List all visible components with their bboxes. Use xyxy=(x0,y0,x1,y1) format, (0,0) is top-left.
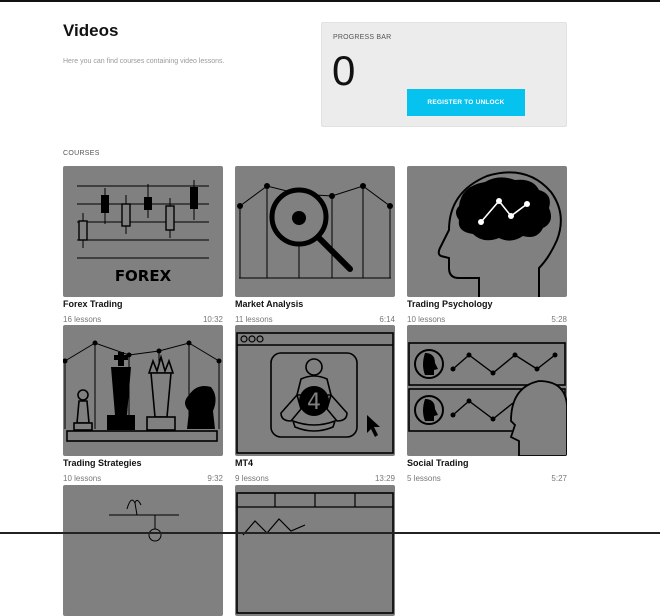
course-thumbnail[interactable] xyxy=(235,166,395,297)
register-button[interactable]: REGISTER TO UNLOCK xyxy=(407,89,525,116)
course-duration: 6:14 xyxy=(379,315,395,324)
course-card-mt4[interactable]: 4 MT4 9 lessons 13:29 xyxy=(235,325,395,483)
course-thumbnail[interactable] xyxy=(63,325,223,456)
course-card-market-analysis[interactable]: Market Analysis 11 lessons 6:14 xyxy=(235,166,395,324)
forex-thumb-text: FOREX xyxy=(115,267,172,285)
course-title[interactable]: Trading Psychology xyxy=(407,299,493,309)
magnifier-chart-icon xyxy=(237,183,393,279)
forex-candlestick-icon: FOREX xyxy=(77,180,209,285)
course-card-partial-2[interactable] xyxy=(235,485,395,616)
course-card-social-trading[interactable]: Social Trading 5 lessons 5:27 xyxy=(407,325,567,483)
progress-value: 0 xyxy=(332,47,356,94)
course-thumbnail[interactable] xyxy=(407,166,567,297)
course-duration: 5:27 xyxy=(551,474,567,483)
top-border xyxy=(0,0,660,2)
page-title: Videos xyxy=(63,21,119,40)
course-lessons-count: 9 lessons xyxy=(235,474,269,483)
course-title[interactable]: MT4 xyxy=(235,458,253,468)
scale-chart-icon xyxy=(109,499,179,542)
mt4-window-icon: 4 xyxy=(236,332,394,454)
window-chart-icon xyxy=(236,492,394,614)
social-trading-icon xyxy=(408,342,567,456)
course-title[interactable]: Trading Strategies xyxy=(63,458,142,468)
courses-section-label: COURSES xyxy=(63,150,100,157)
course-card-forex-trading[interactable]: FOREX Forex Trading 16 lessons 10:32 xyxy=(63,166,223,324)
course-card-partial-1[interactable] xyxy=(63,485,223,616)
course-lessons-count: 16 lessons xyxy=(63,315,102,324)
page-subtitle: Here you can find courses containing vid… xyxy=(63,58,225,65)
chess-pieces-icon xyxy=(63,340,222,442)
course-lessons-count: 10 lessons xyxy=(407,315,446,324)
course-lessons-count: 11 lessons xyxy=(235,315,273,324)
course-card-trading-strategies[interactable]: Trading Strategies 10 lessons 9:32 xyxy=(63,325,223,483)
course-title[interactable]: Social Trading xyxy=(407,458,469,468)
course-title[interactable]: Market Analysis xyxy=(235,299,303,309)
course-thumbnail[interactable] xyxy=(407,325,567,456)
head-brain-icon xyxy=(437,171,562,297)
course-duration: 5:28 xyxy=(551,315,567,324)
course-thumbnail[interactable] xyxy=(63,485,223,616)
course-thumbnail[interactable]: 4 xyxy=(235,325,395,456)
course-thumbnail[interactable]: FOREX xyxy=(63,166,223,297)
course-duration: 10:32 xyxy=(202,315,223,324)
course-card-trading-psychology[interactable]: Trading Psychology 10 lessons 5:28 xyxy=(407,166,567,324)
course-thumbnail[interactable] xyxy=(235,485,395,616)
progress-label: PROGRESS BAR xyxy=(333,34,392,41)
course-title[interactable]: Forex Trading xyxy=(63,299,123,309)
course-duration: 13:29 xyxy=(374,474,395,483)
mt4-thumb-text: 4 xyxy=(307,390,321,415)
course-duration: 9:32 xyxy=(207,474,223,483)
course-lessons-count: 10 lessons xyxy=(63,474,102,483)
progress-card: PROGRESS BAR 0 REGISTER TO UNLOCK xyxy=(321,22,567,127)
course-lessons-count: 5 lessons xyxy=(407,474,441,483)
